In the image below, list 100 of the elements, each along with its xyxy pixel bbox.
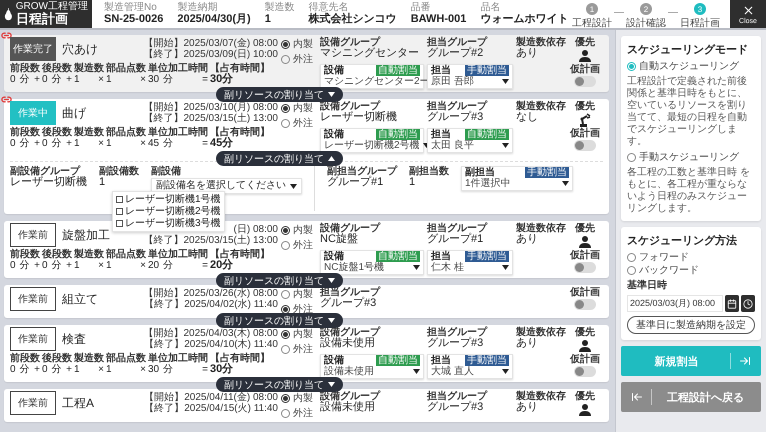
- duration-label: 【占有時間】: [210, 353, 270, 364]
- radio-option[interactable]: 外注: [281, 54, 317, 65]
- field-label: 仮計画: [570, 287, 600, 298]
- radio-option[interactable]: フォワード: [627, 252, 689, 263]
- select-field[interactable]: 副担当 手動割当 1件選択中: [461, 166, 573, 191]
- select-field[interactable]: 設備 自動割当 レーザー切断機2号機: [320, 128, 424, 153]
- unit-text: 分: [52, 138, 62, 149]
- sub-resource-toggle[interactable]: 副リソースの割り当て: [216, 87, 343, 102]
- radio-button[interactable]: [627, 266, 636, 275]
- radio-button[interactable]: [281, 290, 290, 299]
- duration-label: 部品点数: [106, 249, 146, 260]
- unit-text: 分: [52, 364, 62, 375]
- toggle-switch[interactable]: [574, 299, 596, 310]
- radio-option[interactable]: 内製: [281, 39, 317, 50]
- radio-option[interactable]: 外注: [281, 344, 317, 355]
- radio-button[interactable]: [627, 253, 636, 262]
- info-label: 品名: [480, 2, 502, 14]
- sub-resource-toggle[interactable]: 副リソースの割り当て: [216, 377, 343, 392]
- toggle-switch[interactable]: [574, 76, 596, 87]
- radio-button[interactable]: [281, 241, 290, 250]
- toggle-switch[interactable]: [574, 262, 596, 273]
- select-field[interactable]: 設備 自動割当 NC旋盤1号機: [320, 250, 424, 275]
- field-value: グループ#3: [427, 338, 484, 349]
- start-date: 【開始】2025/03/26(水) 08:00: [143, 288, 278, 299]
- radio-button[interactable]: [627, 153, 636, 162]
- info-label: 製造管理No: [104, 2, 158, 14]
- radio-option[interactable]: 外注: [281, 240, 317, 251]
- start-date: 【開始】2025/03/07(金) 08:00: [143, 38, 278, 49]
- unit-text: 分: [52, 74, 62, 85]
- menu-option[interactable]: レーザー切断機2号機: [116, 206, 221, 217]
- caret-icon: [290, 184, 297, 188]
- radio-option[interactable]: 外注: [281, 408, 317, 419]
- field-label: 製造数依存: [516, 327, 566, 338]
- radio-option[interactable]: 内製: [281, 103, 317, 114]
- radio-option[interactable]: バックワード: [627, 265, 699, 276]
- info-value: BAWH-001: [410, 13, 466, 26]
- radio-button[interactable]: [281, 330, 290, 339]
- info-value: 株式会社シンコウ: [308, 13, 397, 26]
- total-time: 30分: [210, 74, 234, 85]
- field-label: 担当グループ: [427, 37, 488, 48]
- info-value: ウォームホワイト: [480, 13, 568, 26]
- operator-sign: +: [66, 364, 72, 375]
- select-field[interactable]: 担当 自動割当 太田 良平: [427, 128, 513, 153]
- assignment-badge: 手動割当: [465, 251, 509, 262]
- menu-option[interactable]: レーザー切断機3号機: [116, 218, 221, 229]
- duration-value: 0: [10, 138, 16, 149]
- radio-button[interactable]: [281, 226, 290, 235]
- step-label: 日程計画: [680, 16, 720, 30]
- radio-button[interactable]: [627, 62, 636, 71]
- radio-option[interactable]: 外注: [281, 118, 317, 129]
- operator-sign: ×: [98, 260, 104, 271]
- sub-resource-toggle[interactable]: 副リソースの割り当て: [216, 151, 343, 166]
- radio-option[interactable]: 内製: [281, 225, 317, 236]
- status-badge: 作業前: [10, 327, 56, 351]
- checkbox[interactable]: [116, 196, 123, 203]
- person-icon: [578, 49, 592, 63]
- select-field[interactable]: 担当 手動割当 大城 直人: [427, 354, 513, 379]
- radio-button[interactable]: [281, 40, 290, 49]
- radio-option[interactable]: 手動スケジューリング: [627, 152, 755, 163]
- date-input[interactable]: 2025/03/03(月) 08:00: [627, 295, 723, 312]
- radio-option[interactable]: 内製: [281, 329, 317, 340]
- menu-option[interactable]: レーザー切断機1号機: [116, 194, 221, 205]
- toggle-switch[interactable]: [574, 140, 596, 151]
- start-date: (日) 08:00: [234, 224, 278, 235]
- info-label: 製造納期: [177, 2, 218, 14]
- sub-resource-toggle[interactable]: 副リソースの割り当て: [216, 313, 343, 328]
- radio-button[interactable]: [281, 55, 290, 64]
- select-field[interactable]: 設備 自動割当 設備未使用: [320, 354, 424, 379]
- field-value: 1: [99, 177, 106, 188]
- radio-option[interactable]: 内製: [281, 289, 317, 300]
- calendar-button[interactable]: [725, 295, 739, 312]
- person-icon: [578, 403, 592, 417]
- set-deadline-button[interactable]: 基準日に製造納期を設定: [627, 316, 755, 334]
- operator-sign: =: [202, 260, 208, 271]
- toggle-switch[interactable]: [574, 366, 596, 377]
- select-field[interactable]: 担当 手動割当 仁木 桂: [427, 250, 513, 275]
- field-value: グループ#1: [327, 177, 384, 188]
- checkbox[interactable]: [116, 220, 123, 227]
- person-icon: [578, 339, 592, 353]
- radio-button[interactable]: [281, 394, 290, 403]
- clock-button[interactable]: [741, 295, 755, 312]
- radio-button[interactable]: [281, 119, 290, 128]
- step-label: 設計確認: [626, 16, 666, 30]
- start-date: 【開始】2025/04/11(金) 08:00: [144, 392, 278, 403]
- radio-button[interactable]: [281, 409, 290, 418]
- field-label: 設備グループ: [320, 37, 380, 48]
- select-field[interactable]: 担当 手動割当 原田 吾郎: [427, 64, 513, 89]
- radio-button[interactable]: [281, 104, 290, 113]
- field-value: あり: [516, 234, 539, 245]
- radio-button[interactable]: [281, 345, 290, 354]
- field-label: 優先: [575, 101, 595, 112]
- sub-resource-toggle[interactable]: 副リソースの割り当て: [216, 273, 343, 288]
- duration-label: 後段数: [42, 127, 72, 138]
- operator-sign: +: [66, 138, 72, 149]
- duration-label: 前段数: [10, 249, 40, 260]
- checkbox[interactable]: [116, 208, 123, 215]
- unit-text: 分: [163, 260, 174, 271]
- end-date: 【終了】2025/03/15(土) 13:00: [143, 235, 278, 246]
- radio-option[interactable]: 内製: [281, 393, 317, 404]
- radio-option[interactable]: 自動スケジューリング: [627, 61, 755, 72]
